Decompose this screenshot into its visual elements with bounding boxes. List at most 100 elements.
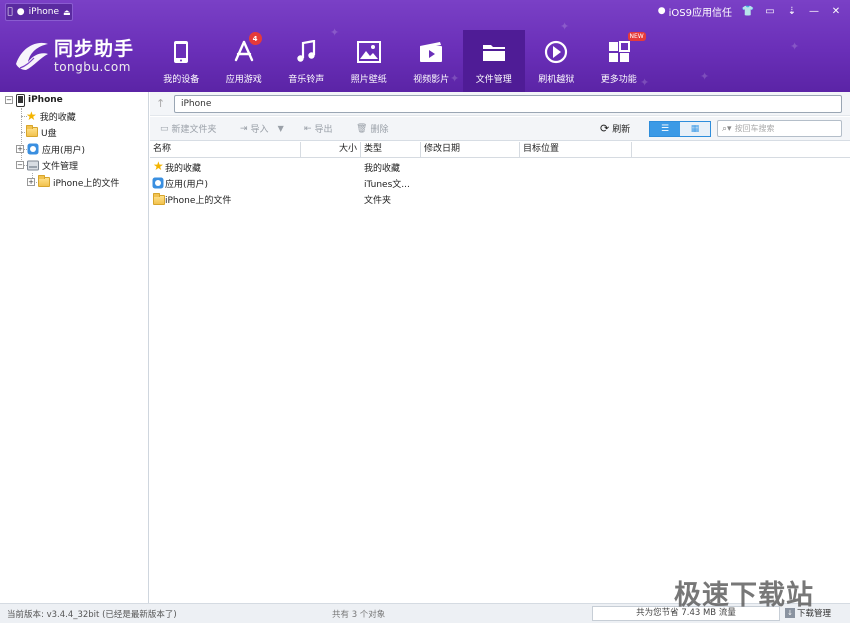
tree-item-udisk[interactable]: U盘 — [26, 124, 57, 140]
device-tab-label: iPhone — [25, 7, 59, 17]
tree-label: 应用(用户) — [42, 145, 86, 156]
nav-label: 照片壁纸 — [350, 75, 387, 85]
tree-label: iPhone上的文件 — [53, 178, 120, 189]
logo-en: tongbu.com — [54, 60, 131, 74]
export-icon: ⇤ — [304, 123, 312, 134]
import-icon: ⇥ — [240, 123, 248, 134]
folder-icon — [26, 125, 38, 137]
nav-label: 视频影片 — [413, 75, 450, 85]
phone-icon — [168, 39, 194, 65]
refresh-label: 刷新 — [612, 125, 631, 135]
drive-icon — [27, 160, 39, 170]
list-view-icon[interactable]: ☰ — [650, 122, 680, 136]
col-target[interactable]: 目标位置 — [520, 142, 632, 158]
tree-item-user-apps[interactable]: + 应用(用户) — [16, 141, 85, 157]
search-input[interactable]: ⌕▾ 按回车搜索 — [717, 120, 842, 137]
app-icon — [152, 177, 164, 192]
tree-item-iphone[interactable]: − iPhone — [5, 92, 63, 108]
nav-photos[interactable]: 照片壁纸 — [338, 30, 401, 92]
new-folder-icon: ▭ — [160, 123, 169, 134]
nav-flash-jailbreak[interactable]: 刷机越狱 — [525, 30, 588, 92]
nav-label: 刷机越狱 — [538, 75, 575, 85]
refresh-button[interactable]: ⟳ 刷新 — [600, 122, 630, 135]
nav-label: 我的设备 — [163, 75, 200, 85]
nav-videos[interactable]: 视频影片 — [400, 30, 463, 92]
title-controls: ● iOS9应用信任 👕 ▭ ⇣ — ✕ — [658, 2, 842, 20]
device-tab[interactable]:  ● iPhone ⏏ — [5, 3, 73, 21]
search-placeholder: 按回车搜索 — [734, 124, 775, 133]
nav-file-manager[interactable]: 文件管理 — [462, 30, 525, 92]
nav-badge: 4 — [248, 32, 262, 45]
film-icon — [418, 39, 444, 65]
apple-icon: ● — [657, 6, 666, 16]
up-arrow-icon[interactable]: ↑ — [156, 97, 165, 110]
tree-item-favorites[interactable]: ★ 我的收藏 — [26, 108, 76, 124]
refresh-icon: ⟳ — [600, 122, 610, 135]
table-row[interactable]: iPhone上的文件 文件夹 — [150, 191, 850, 207]
chevron-down-icon[interactable]: ▼ — [278, 124, 284, 133]
logo: 同步助手 tongbu.com — [12, 36, 134, 76]
minimize-icon[interactable]: — — [808, 5, 820, 17]
folder-icon — [153, 193, 165, 205]
export-button[interactable]: ⇤ 导出 — [304, 122, 333, 136]
expand-toggle[interactable]: + — [27, 178, 35, 186]
col-type[interactable]: 类型 — [361, 142, 421, 158]
col-size[interactable]: 大小 — [301, 142, 361, 158]
table-row[interactable]: ★ 我的收藏 我的收藏 — [150, 159, 850, 175]
star-icon: ★ — [26, 109, 37, 123]
object-count: 共有 3 个对象 — [332, 610, 386, 620]
row-name: 我的收藏 — [165, 164, 202, 174]
collapse-toggle[interactable]: − — [5, 96, 13, 104]
export-label: 导出 — [314, 125, 333, 135]
import-label: 导入 — [250, 125, 269, 135]
expand-toggle[interactable]: + — [16, 145, 24, 153]
tree-item-iphone-files[interactable]: + iPhone上的文件 — [27, 174, 119, 190]
new-folder-button[interactable]: ▭ 新建文件夹 — [160, 122, 217, 136]
nav-my-device[interactable]: 我的设备 — [150, 30, 213, 92]
nav-music[interactable]: 音乐铃声 — [275, 30, 338, 92]
view-toggle: ☰ ▦ — [649, 121, 711, 137]
nav-label: 更多功能 — [600, 75, 637, 85]
logo-cn: 同步助手 — [54, 38, 135, 60]
nav-apps-games[interactable]: 4 应用游戏 — [213, 30, 276, 92]
delete-button[interactable]: 🗑 删除 — [356, 122, 388, 136]
grid-view-icon[interactable]: ▦ — [680, 122, 710, 136]
eject-icon[interactable]: ⏏ — [63, 8, 71, 17]
main-panel: ↑ iPhone ▭ 新建文件夹 ⇥ 导入 ▼ ⇤ 导出 🗑 删除 ⟳ 刷新 ☰… — [150, 92, 850, 603]
row-name: 应用(用户) — [165, 180, 209, 190]
row-name: iPhone上的文件 — [165, 196, 232, 206]
nav-new-badge: NEW — [627, 32, 646, 41]
message-icon[interactable]: ▭ — [764, 5, 776, 17]
new-folder-label: 新建文件夹 — [171, 125, 217, 135]
trust-label: iOS9应用信任 — [668, 7, 732, 19]
nav-more[interactable]: NEW 更多功能 — [588, 30, 651, 92]
header-bar: ✦ ✦ ✦ ✦ ✦ ✦  ● iPhone ⏏ ● iOS9应用信任 👕 ▭ … — [0, 0, 850, 92]
trust-link[interactable]: ● iOS9应用信任 — [658, 4, 732, 19]
apple-icon-fallback: ● — [14, 7, 25, 17]
path-input[interactable]: iPhone — [174, 95, 842, 113]
file-list: ★ 我的收藏 我的收藏 应用(用户) iTunes文... iPhone上的文件… — [150, 159, 850, 207]
close-icon[interactable]: ✕ — [830, 5, 842, 17]
tree-label: 我的收藏 — [39, 112, 76, 123]
tree-label: U盘 — [41, 128, 57, 139]
trash-icon: 🗑 — [356, 123, 368, 134]
shirt-icon[interactable]: 👕 — [742, 5, 754, 17]
collapse-toggle[interactable]: − — [16, 161, 24, 169]
import-button[interactable]: ⇥ 导入 ▼ — [240, 122, 284, 136]
row-type: 我的收藏 — [364, 164, 401, 174]
tree-item-file-manager[interactable]: − 文件管理 — [16, 157, 78, 173]
address-bar: ↑ iPhone — [150, 92, 850, 116]
flash-icon — [543, 39, 569, 65]
nav-label: 文件管理 — [475, 75, 512, 85]
table-row[interactable]: 应用(用户) iTunes文... — [150, 175, 850, 191]
tree-label: iPhone — [28, 95, 63, 105]
table-header: 名称 大小 类型 修改日期 目标位置 — [150, 142, 850, 158]
music-note-icon — [293, 39, 319, 65]
col-name[interactable]: 名称 — [150, 142, 301, 158]
menu-arrow-icon[interactable]: ⇣ — [786, 5, 798, 17]
phone-icon — [16, 93, 25, 107]
search-icon: ⌕▾ — [722, 123, 732, 134]
folder-icon — [481, 39, 507, 65]
apple-icon:  — [7, 7, 12, 17]
col-modified[interactable]: 修改日期 — [421, 142, 520, 158]
